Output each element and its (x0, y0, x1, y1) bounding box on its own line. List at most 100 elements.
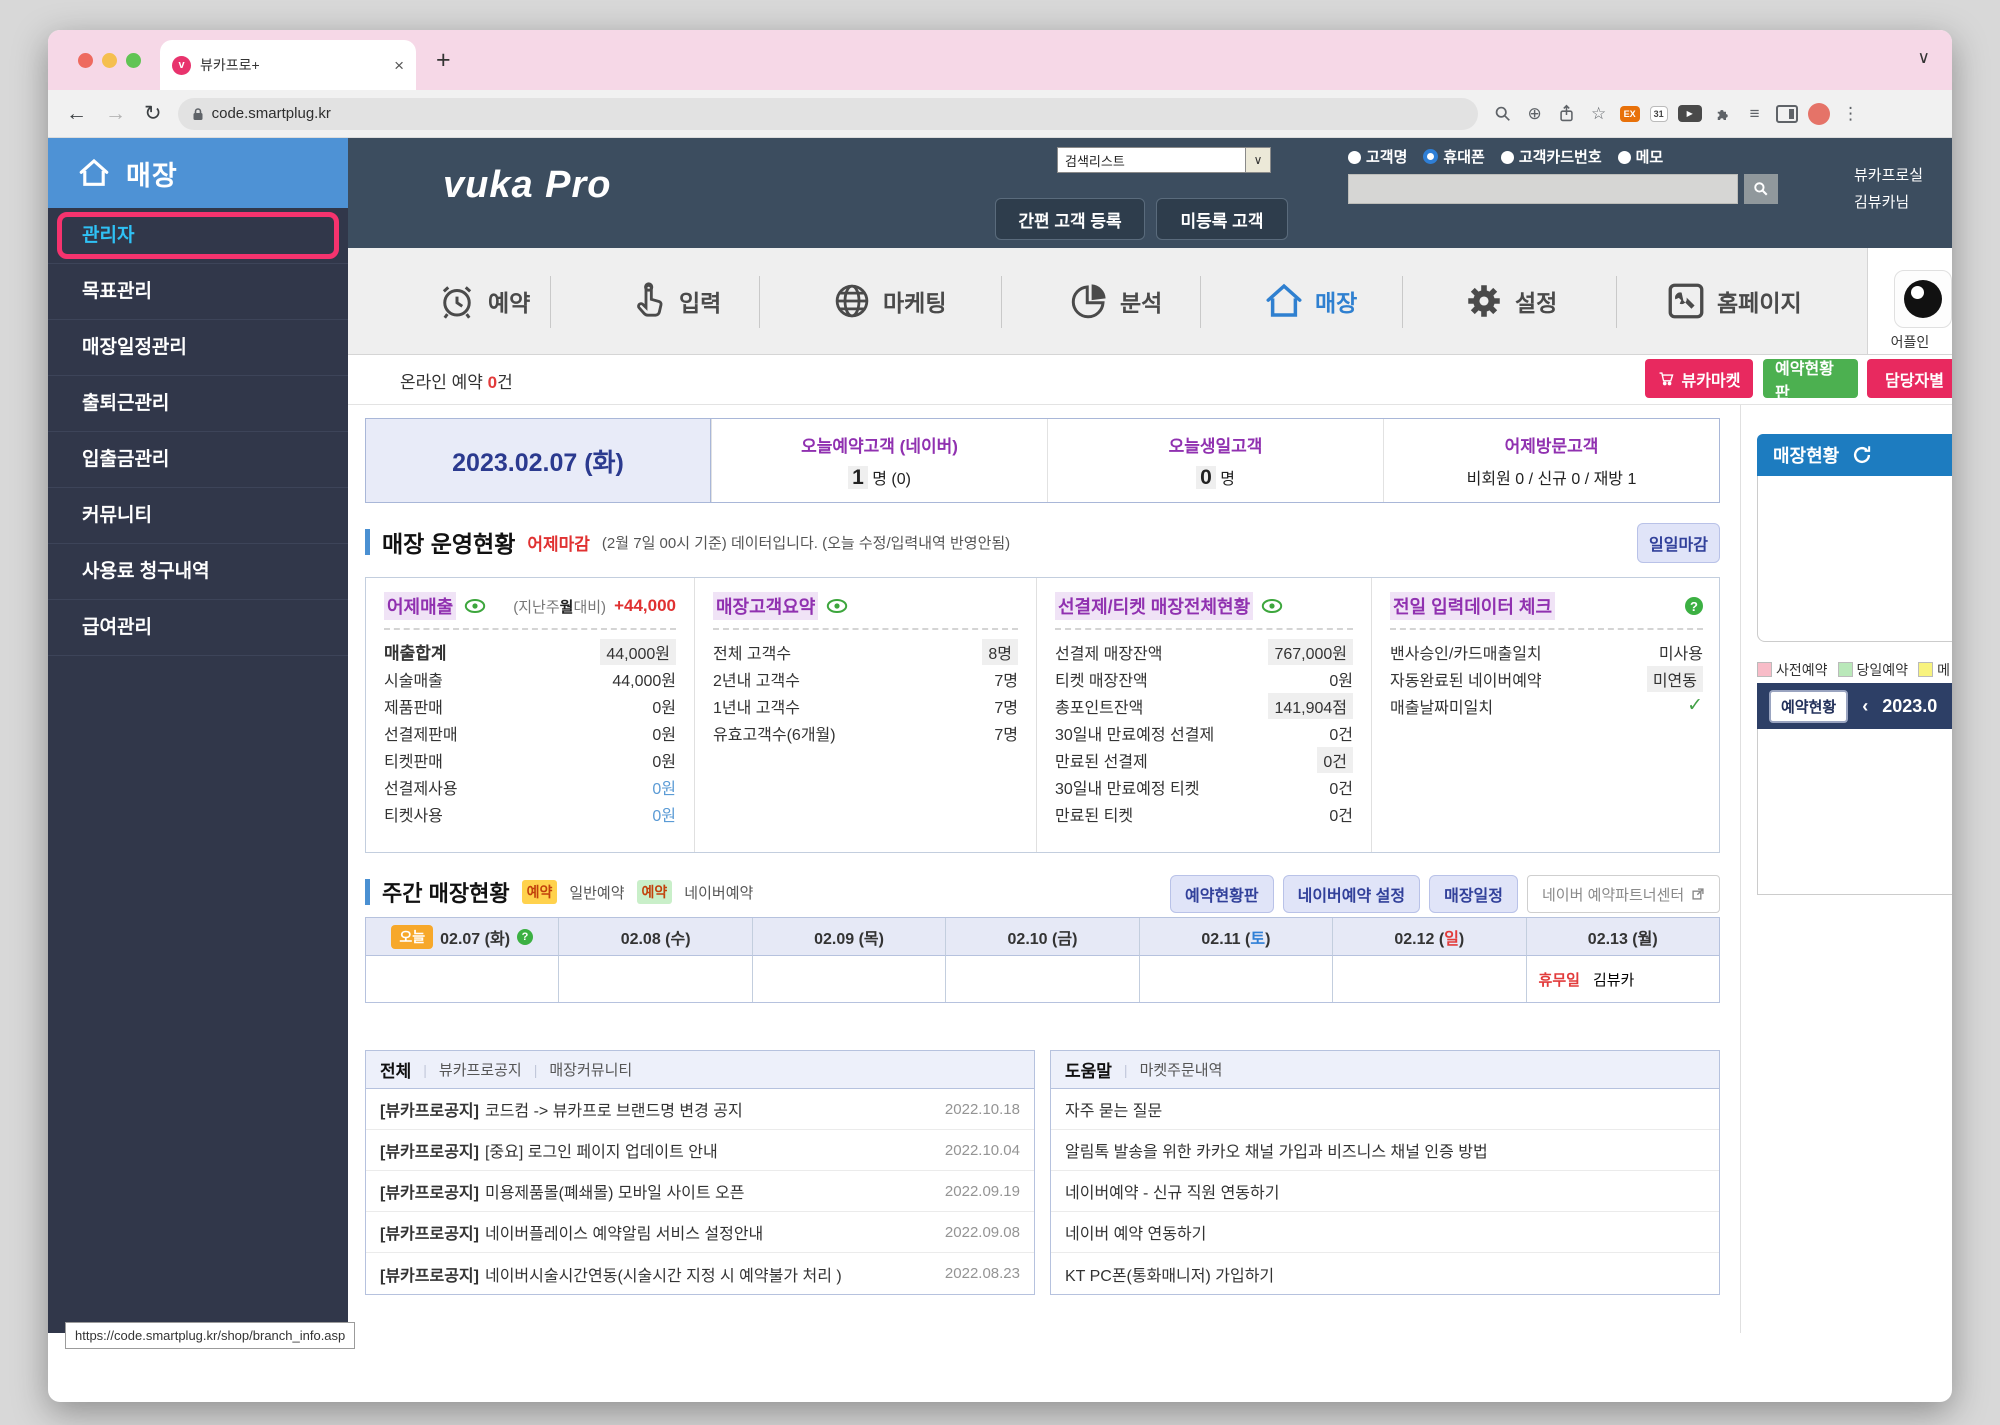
media-controls-icon[interactable]: ▶ (1678, 105, 1702, 122)
help-row[interactable]: 네이버예약 - 신규 직원 연동하기 (1051, 1171, 1719, 1212)
customer-search-input[interactable] (1348, 174, 1738, 204)
minimize-window-button[interactable] (102, 53, 117, 68)
day-cell[interactable]: 02.08 (수) (559, 918, 752, 956)
store-schedule-button[interactable]: 매장일정 (1429, 875, 1518, 913)
nav-store[interactable]: 매장 (1263, 248, 1357, 354)
notice-row[interactable]: [뷰카프로공지]네이버시술시간연동(시술시간 지정 시 예약불가 처리 )202… (366, 1253, 1034, 1294)
help-icon[interactable]: ? (1685, 597, 1703, 615)
schedule-cell[interactable] (1333, 956, 1526, 1002)
search-list-select[interactable]: 검색리스트 ∨ (1057, 147, 1271, 173)
close-window-button[interactable] (78, 53, 93, 68)
tab-market-orders[interactable]: 마켓주문내역 (1140, 1059, 1223, 1080)
share-icon[interactable] (1556, 103, 1578, 125)
bookmark-star-icon[interactable]: ☆ (1588, 103, 1610, 125)
naver-partner-center-link[interactable]: 네이버 예약파트너센터 (1527, 875, 1720, 913)
tab-help[interactable]: 도움말 (1065, 1057, 1112, 1082)
nav-homepage[interactable]: 홈페이지 (1665, 248, 1802, 354)
refresh-icon[interactable] (1851, 444, 1873, 466)
back-button[interactable]: ← (66, 103, 87, 124)
nav-marketing[interactable]: 마케팅 (831, 248, 946, 354)
zoom-icon[interactable]: ⊕ (1524, 103, 1546, 125)
extensions-puzzle-icon[interactable] (1712, 103, 1734, 125)
profile-avatar[interactable] (1808, 103, 1830, 125)
nav-analysis[interactable]: 분석 (1068, 248, 1162, 354)
side-panel-icon[interactable] (1776, 105, 1798, 123)
stat-row: 만료된 티켓0건 (1055, 800, 1353, 827)
browser-menu-icon[interactable]: ⋮ (1840, 103, 1862, 125)
radio-customer-name[interactable]: 고객명 (1348, 146, 1407, 167)
day-cell-today[interactable]: 오늘 02.07 (화) ? (366, 918, 559, 956)
schedule-cell-holiday[interactable]: 휴무일 김뷰카 (1527, 956, 1719, 1002)
schedule-cell[interactable] (1140, 956, 1333, 1002)
schedule-cell[interactable] (753, 956, 946, 1002)
tab-vuka-notice[interactable]: 뷰카프로공지 (439, 1059, 522, 1080)
eye-icon[interactable] (826, 599, 848, 613)
sidebar-item-goal[interactable]: 목표관리 (48, 264, 348, 320)
sidebar-item-community[interactable]: 커뮤니티 (48, 488, 348, 544)
naver-reservation-settings-button[interactable]: 네이버예약 설정 (1283, 875, 1421, 913)
sidebar-item-payroll[interactable]: 급여관리 (48, 600, 348, 656)
nav-reservation[interactable]: 예약 (436, 248, 530, 354)
reading-list-icon[interactable]: ≡ (1744, 103, 1766, 125)
reservation-board-button-2[interactable]: 예약현황판 (1170, 875, 1274, 913)
reservation-board-button[interactable]: 예약현황판 (1763, 359, 1858, 398)
extension-ex-icon[interactable]: EX (1620, 106, 1640, 122)
sidebar-item-billing[interactable]: 사용료 청구내역 (48, 544, 348, 600)
daily-closing-button[interactable]: 일일마감 (1637, 523, 1720, 563)
help-row[interactable]: KT PC폰(통화매니저) 가입하기 (1051, 1253, 1719, 1294)
nav-input[interactable]: 입력 (629, 248, 721, 354)
notices-panel: 전체 | 뷰카프로공지 | 매장커뮤니티 [뷰카프로공지]코드컴 -> 뷰카프로… (365, 1050, 1035, 1295)
schedule-cell[interactable] (366, 956, 559, 1002)
help-row[interactable]: 네이버 예약 연동하기 (1051, 1212, 1719, 1253)
sidebar-item-manager[interactable]: 관리자 (48, 208, 348, 264)
maximize-window-button[interactable] (126, 53, 141, 68)
search-icon[interactable] (1492, 103, 1514, 125)
radio-card-number[interactable]: 고객카드번호 (1501, 146, 1602, 167)
notice-row[interactable]: [뷰카프로공지][중요] 로그인 페이지 업데이트 안내2022.10.04 (366, 1130, 1034, 1171)
quick-register-button[interactable]: 간편 고객 등록 (995, 198, 1145, 240)
tab-close-icon[interactable]: × (394, 57, 404, 74)
notice-row[interactable]: [뷰카프로공지]코드컴 -> 뷰카프로 브랜드명 변경 공지2022.10.18 (366, 1089, 1034, 1130)
new-tab-button[interactable]: + (436, 46, 451, 75)
day-cell-saturday[interactable]: 02.11 (토) (1140, 918, 1333, 956)
schedule-cell[interactable] (559, 956, 752, 1002)
schedule-cell[interactable] (946, 956, 1139, 1002)
customer-search-button[interactable] (1744, 174, 1778, 204)
reservation-status-button[interactable]: 예약현황 (1769, 690, 1848, 723)
sidebar-item-cashflow[interactable]: 입출금관리 (48, 432, 348, 488)
tab-search-chevron-icon[interactable]: ∨ (1918, 48, 1930, 68)
summary-col-title: 오늘생일고객 (1169, 432, 1263, 457)
radio-phone[interactable]: 휴대폰 (1423, 146, 1484, 167)
eye-icon[interactable] (1261, 599, 1283, 613)
notice-row[interactable]: [뷰카프로공지]네이버플레이스 예약알림 서비스 설정안내2022.09.08 (366, 1212, 1034, 1253)
address-bar[interactable]: code.smartplug.kr (178, 98, 1478, 130)
vuka-market-button[interactable]: 뷰카마켓 (1645, 359, 1753, 398)
sidebar-item-attendance[interactable]: 출퇴근관리 (48, 376, 348, 432)
day-cell[interactable]: 02.10 (금) (946, 918, 1139, 956)
url-text: code.smartplug.kr (212, 105, 331, 122)
tab-community[interactable]: 매장커뮤니티 (549, 1059, 632, 1080)
sidebar: 매장 관리자 목표관리 매장일정관리 출퇴근관리 입출금관리 커뮤니티 사용료 … (48, 138, 348, 1333)
help-icon[interactable]: ? (517, 929, 533, 945)
reload-button[interactable]: ↻ (144, 103, 162, 124)
forward-button[interactable]: → (105, 103, 126, 124)
sidebar-item-schedule[interactable]: 매장일정관리 (48, 320, 348, 376)
day-cell[interactable]: 02.13 (월) (1527, 918, 1719, 956)
extension-calendar-icon[interactable]: 31 (1650, 106, 1668, 122)
nav-separator (759, 276, 760, 328)
browser-tab[interactable]: v 뷰카프로+ × (160, 40, 416, 90)
reservation-legend: 사전예약 당일예약 메 (1757, 660, 1950, 680)
by-staff-button[interactable]: 담당자별 (1867, 359, 1952, 398)
help-row[interactable]: 자주 묻는 질문 (1051, 1089, 1719, 1130)
unregistered-customer-button[interactable]: 미등록 고객 (1156, 198, 1288, 240)
tab-all[interactable]: 전체 (380, 1057, 411, 1082)
notice-row[interactable]: [뷰카프로공지]미용제품몰(폐쇄몰) 모바일 사이트 오픈2022.09.19 (366, 1171, 1034, 1212)
help-row[interactable]: 알림톡 발송을 위한 카카오 채널 가입과 비즈니스 채널 인증 방법 (1051, 1130, 1719, 1171)
nav-settings[interactable]: 설정 (1463, 248, 1557, 354)
prev-arrow-icon[interactable]: ‹ (1862, 696, 1868, 717)
day-cell-sunday[interactable]: 02.12 (일) (1333, 918, 1526, 956)
radio-memo[interactable]: 메모 (1618, 146, 1664, 167)
eye-icon[interactable] (464, 599, 486, 613)
day-cell[interactable]: 02.09 (목) (753, 918, 946, 956)
app-cert-zone[interactable]: 어플인 (1867, 248, 1952, 354)
